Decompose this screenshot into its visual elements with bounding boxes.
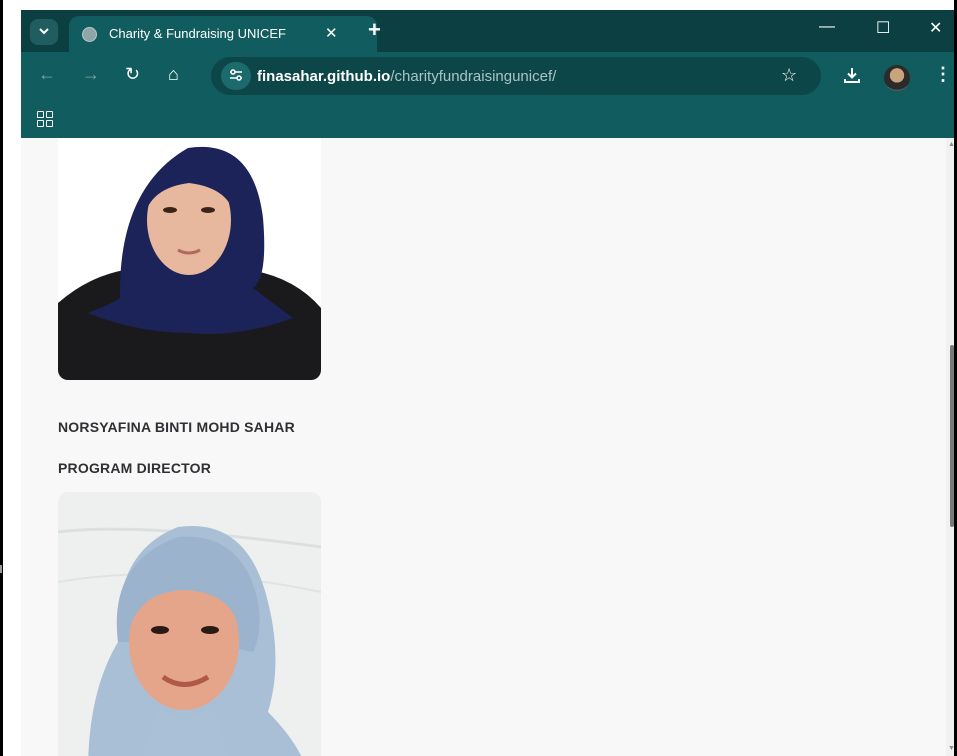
chevron-down-icon — [39, 26, 49, 38]
download-icon[interactable] — [843, 66, 861, 89]
site-info-button[interactable] — [221, 62, 251, 90]
scrollbar-thumb[interactable] — [950, 345, 954, 527]
new-tab-button[interactable]: + — [368, 17, 381, 43]
tab-active[interactable]: Charity & Fundraising UNICEF ✕ — [69, 16, 377, 52]
window-frame-left — [0, 0, 3, 756]
more-vert-icon[interactable]: ⋮ — [934, 64, 952, 85]
tab-close-icon[interactable]: ✕ — [325, 24, 338, 42]
maximize-button[interactable]: ☐ — [876, 18, 890, 38]
address-bar[interactable]: finasahar.github.io/charityfundraisingun… — [211, 57, 821, 95]
member-photo — [58, 492, 321, 756]
url-text[interactable]: finasahar.github.io/charityfundraisingun… — [257, 68, 556, 85]
person-portrait-image — [58, 492, 321, 756]
member-role: PROGRAM DIRECTOR — [58, 460, 212, 476]
tune-icon — [229, 68, 243, 84]
globe-icon — [82, 27, 97, 42]
back-button[interactable]: ← — [38, 64, 56, 85]
url-path: /charityfundraisingunicef/ — [390, 68, 557, 85]
tab-strip: Charity & Fundraising UNICEF ✕ + — ☐ ✕ — [21, 10, 954, 52]
tab-search-button[interactable] — [30, 19, 58, 45]
page-viewport: NORSYAFINA BINTI MOHD SAHAR PROGRAM DIRE… — [21, 138, 954, 756]
scroll-up-arrow-icon[interactable]: ▲ — [948, 141, 954, 148]
profile-avatar[interactable] — [884, 65, 910, 91]
apps-grid-icon[interactable] — [37, 111, 54, 128]
tab-title: Charity & Fundraising UNICEF — [109, 26, 286, 41]
person-portrait-image — [58, 138, 321, 380]
home-button[interactable]: ⌂ — [168, 64, 179, 85]
browser-toolbar: ← → ↻ ⌂ finasahar.github.io/charityfundr… — [21, 52, 954, 102]
reload-button[interactable]: ↻ — [125, 64, 140, 85]
minimize-button[interactable]: — — [819, 18, 835, 36]
browser-window: Charity & Fundraising UNICEF ✕ + — ☐ ✕ ←… — [21, 10, 954, 756]
scroll-down-arrow-icon[interactable]: ▼ — [948, 745, 954, 752]
member-photo — [58, 138, 321, 380]
close-window-button[interactable]: ✕ — [929, 18, 942, 38]
forward-button[interactable]: → — [82, 64, 100, 85]
member-name: NORSYAFINA BINTI MOHD SAHAR — [58, 419, 295, 435]
url-host: finasahar.github.io — [257, 68, 391, 85]
window-edge-marker — [0, 565, 2, 573]
bookmarks-bar — [21, 102, 954, 138]
star-icon[interactable]: ☆ — [781, 65, 797, 86]
